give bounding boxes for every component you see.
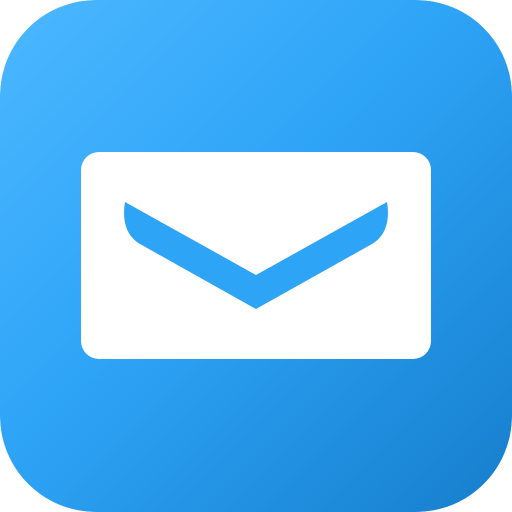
mail-app-icon[interactable] xyxy=(0,0,512,512)
mail-icon xyxy=(0,0,512,512)
envelope-body xyxy=(81,152,431,359)
